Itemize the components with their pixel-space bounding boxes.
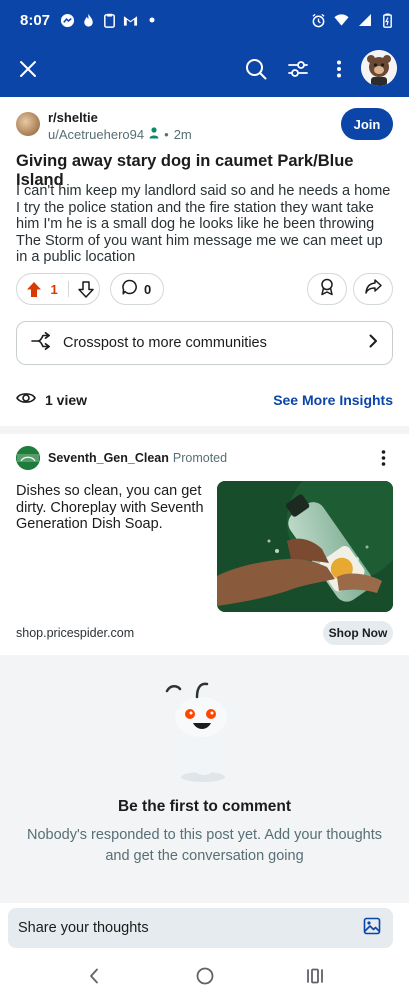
- author-line: u/Acetruehero94 • 2m: [48, 127, 192, 142]
- recents-icon[interactable]: [300, 963, 330, 989]
- subreddit-avatar[interactable]: [16, 112, 40, 136]
- views-row: 1 view See More Insights: [16, 389, 393, 411]
- vote-count: 1: [50, 281, 58, 297]
- comment-input-placeholder: Share your thoughts: [18, 920, 149, 936]
- alarm-icon: [311, 13, 326, 28]
- fire-icon: [81, 13, 96, 28]
- advertiser-name[interactable]: Seventh_Gen_Clean: [48, 451, 169, 465]
- ad-copy[interactable]: Dishes so clean, you can get dirty. Chor…: [16, 483, 206, 533]
- downvote-icon[interactable]: [73, 280, 99, 298]
- share-button[interactable]: [353, 273, 393, 305]
- empty-comments: Be the first to comment Nobody's respond…: [0, 655, 409, 903]
- empty-comments-subtitle: Nobody's responded to this post yet. Add…: [26, 827, 383, 864]
- status-time: 8:07: [20, 11, 51, 29]
- chevron-right-icon: [368, 334, 378, 353]
- ad-image[interactable]: [217, 481, 393, 612]
- crosspost-button[interactable]: Crosspost to more communities: [16, 321, 393, 365]
- snoo-mascot-icon: [155, 677, 255, 787]
- clipboard-icon: [102, 13, 117, 28]
- post-header: r/sheltie u/Acetruehero94 • 2m Join: [16, 108, 393, 142]
- section-divider: [0, 426, 409, 434]
- views-count: 1 view: [45, 392, 88, 408]
- close-icon[interactable]: [11, 52, 45, 86]
- comment-icon: [122, 279, 138, 300]
- system-nav-bar: [0, 953, 409, 1000]
- crosspost-label: Crosspost to more communities: [63, 335, 267, 351]
- post-actions: 1 0: [16, 273, 393, 305]
- award-button[interactable]: [307, 273, 347, 305]
- advertiser-logo[interactable]: [16, 446, 40, 470]
- search-icon[interactable]: [239, 52, 273, 86]
- eye-icon: [16, 391, 36, 410]
- crosspost-icon: [31, 331, 51, 355]
- signal-icon: [357, 13, 372, 28]
- comments-button[interactable]: 0: [110, 273, 164, 305]
- author-name[interactable]: u/Acetruehero94: [48, 127, 144, 142]
- ad-header: Seventh_Gen_Clean Promoted: [16, 445, 393, 471]
- meta-separator: •: [164, 127, 169, 142]
- shop-now-button[interactable]: Shop Now: [323, 621, 393, 645]
- award-icon: [319, 278, 335, 301]
- comment-count: 0: [144, 281, 152, 297]
- ad-domain[interactable]: shop.pricespider.com: [16, 626, 134, 640]
- user-avatar[interactable]: [361, 50, 397, 86]
- share-icon: [364, 279, 382, 299]
- gmail-icon: [123, 13, 138, 28]
- messenger-icon: [60, 13, 75, 28]
- comment-input[interactable]: Share your thoughts: [8, 908, 393, 948]
- vote-group: 1: [16, 273, 100, 305]
- wifi-icon: [334, 13, 349, 28]
- person-icon: [149, 127, 159, 142]
- vote-divider: [68, 281, 70, 297]
- post-age: 2m: [173, 127, 192, 142]
- see-more-insights-link[interactable]: See More Insights: [273, 392, 393, 408]
- upvote-icon[interactable]: [17, 281, 51, 298]
- back-icon[interactable]: [79, 963, 109, 989]
- battery-icon: [380, 13, 395, 28]
- advertiser-logo-mark: [16, 446, 40, 470]
- more-vertical-icon[interactable]: [322, 52, 356, 86]
- app-bar: [0, 44, 409, 94]
- composer-bar: Share your thoughts: [0, 903, 409, 953]
- dot-icon: [144, 13, 159, 28]
- home-icon[interactable]: [190, 963, 220, 989]
- post-body: I can't him keep my landlord said so and…: [16, 183, 391, 265]
- filter-icon[interactable]: [281, 52, 315, 86]
- subreddit-name[interactable]: r/sheltie: [48, 110, 98, 125]
- app-header: 8:07: [0, 0, 409, 97]
- status-bar: 8:07: [20, 8, 395, 32]
- join-button[interactable]: Join: [341, 108, 393, 140]
- empty-comments-title: Be the first to comment: [117, 798, 292, 815]
- image-upload-icon[interactable]: [363, 917, 381, 940]
- more-vertical-icon[interactable]: [373, 450, 393, 466]
- promoted-label: Promoted: [172, 451, 228, 465]
